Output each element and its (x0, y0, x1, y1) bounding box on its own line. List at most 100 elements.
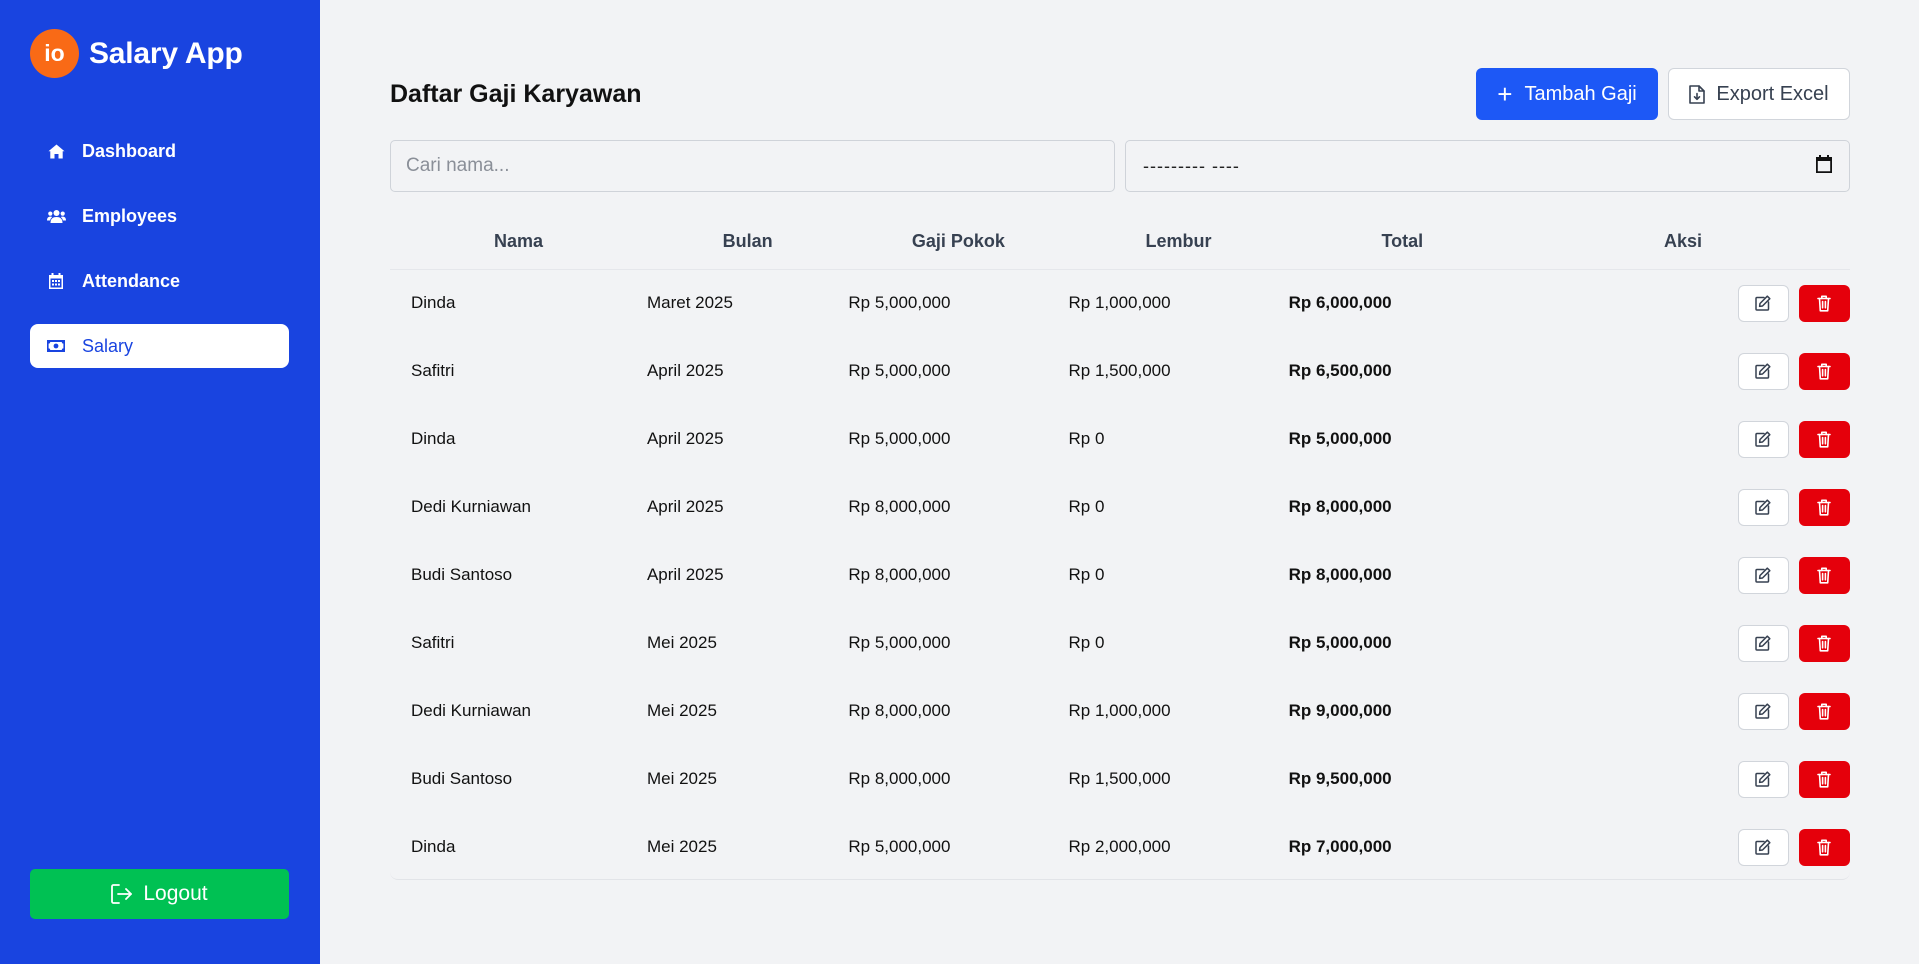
delete-button[interactable] (1798, 352, 1850, 390)
edit-button[interactable] (1737, 556, 1789, 594)
table-row: Budi Santoso Mei 2025 Rp 8,000,000 Rp 1,… (390, 745, 1850, 813)
delete-button[interactable] (1798, 556, 1850, 594)
edit-button[interactable] (1737, 760, 1789, 798)
file-download-icon (1689, 84, 1706, 104)
sign-out-icon (111, 884, 133, 904)
column-header: Aksi (1515, 215, 1850, 270)
logout-button[interactable]: Logout (30, 869, 289, 919)
cell-bulan: Mei 2025 (646, 701, 717, 720)
brand[interactable]: io Salary App (30, 29, 243, 78)
table-row: Budi Santoso April 2025 Rp 8,000,000 Rp … (390, 541, 1850, 609)
cell-nama: Budi Santoso (411, 565, 513, 584)
table-header-row: Nama Bulan Gaji Pokok Lembur Total Aksi (390, 215, 1850, 270)
cell-lembur: Rp 1,000,000 (1068, 701, 1171, 720)
cell-total: Rp 6,500,000 (1288, 361, 1392, 380)
cell-nama: Dinda (411, 429, 456, 448)
cell-aksi (1516, 813, 1850, 881)
delete-button[interactable] (1798, 488, 1850, 526)
add-salary-button[interactable]: + Tambah Gaji (1476, 68, 1658, 120)
edit-button[interactable] (1737, 284, 1789, 322)
cell-nama: Budi Santoso (411, 769, 513, 788)
edit-icon (1755, 839, 1772, 855)
cell-nama: Dedi Kurniawan (411, 701, 532, 720)
delete-button[interactable] (1798, 828, 1850, 866)
edit-button[interactable] (1737, 692, 1789, 730)
cell-aksi (1516, 269, 1850, 337)
edit-button[interactable] (1737, 420, 1789, 458)
cell-aksi (1516, 405, 1850, 473)
table-row: Dedi Kurniawan April 2025 Rp 8,000,000 R… (390, 473, 1850, 541)
cell-gaji-pokok: Rp 8,000,000 (848, 769, 951, 788)
cell-total: Rp 8,000,000 (1288, 565, 1392, 584)
cell-lembur: Rp 0 (1068, 565, 1105, 584)
cell-nama: Dedi Kurniawan (411, 497, 532, 516)
table-row: Safitri Mei 2025 Rp 5,000,000 Rp 0 Rp 5,… (390, 609, 1850, 677)
sidebar-item-dashboard[interactable]: Dashboard (30, 129, 289, 173)
cell-gaji-pokok: Rp 5,000,000 (848, 293, 951, 313)
month-filter[interactable]: --------- ---- (1125, 140, 1850, 192)
column-header: Nama (390, 215, 647, 270)
cell-gaji-pokok: Rp 5,000,000 (848, 633, 951, 652)
cell-total: Rp 5,000,000 (1288, 633, 1392, 652)
export-excel-button[interactable]: Export Excel (1668, 68, 1850, 120)
cell-gaji-pokok: Rp 5,000,000 (848, 361, 951, 380)
add-salary-label: Tambah Gaji (1524, 82, 1637, 105)
table-row: Dinda Mei 2025 Rp 5,000,000 Rp 2,000,000… (390, 813, 1850, 881)
cell-nama: Safitri (411, 361, 455, 380)
cell-aksi (1516, 337, 1850, 405)
users-icon (45, 205, 67, 227)
cell-aksi (1516, 541, 1850, 609)
column-header: Lembur (1068, 215, 1289, 270)
edit-icon (1755, 771, 1772, 787)
home-icon (45, 140, 67, 162)
cell-lembur: Rp 1,500,000 (1068, 361, 1171, 380)
cell-lembur: Rp 1,500,000 (1068, 769, 1171, 788)
trash-icon (1817, 567, 1832, 584)
sidebar-item-employees[interactable]: Employees (30, 194, 289, 238)
cell-aksi (1516, 609, 1850, 677)
trash-icon (1817, 839, 1832, 856)
trash-icon (1817, 771, 1832, 788)
sidebar-item-label: Attendance (82, 270, 181, 291)
edit-button[interactable] (1737, 352, 1789, 390)
cell-lembur: Rp 2,000,000 (1068, 837, 1171, 856)
edit-button[interactable] (1737, 624, 1789, 662)
cell-total: Rp 9,500,000 (1288, 769, 1392, 788)
cell-lembur: Rp 0 (1068, 497, 1105, 516)
sidebar-item-attendance[interactable]: Attendance (30, 259, 289, 303)
delete-button[interactable] (1798, 284, 1850, 322)
delete-button[interactable] (1798, 692, 1850, 730)
cell-total: Rp 5,000,000 (1288, 429, 1392, 448)
cell-aksi (1516, 677, 1850, 745)
edit-button[interactable] (1737, 828, 1789, 866)
trash-icon (1817, 363, 1832, 380)
delete-button[interactable] (1798, 420, 1850, 458)
edit-icon (1755, 295, 1772, 311)
cell-gaji-pokok: Rp 8,000,000 (848, 701, 951, 720)
delete-button[interactable] (1798, 760, 1850, 798)
cell-total: Rp 6,000,000 (1288, 293, 1392, 313)
search-input[interactable] (390, 140, 1115, 192)
sidebar-item-salary[interactable]: Salary (30, 324, 289, 368)
cell-gaji-pokok: Rp 8,000,000 (848, 497, 951, 516)
sidebar-nav: Dashboard Employees Attendance Salary (30, 129, 289, 389)
cell-lembur: Rp 0 (1068, 633, 1105, 652)
page-title: Daftar Gaji Karyawan (390, 80, 642, 108)
app-logo: io (30, 29, 79, 78)
cell-nama: Safitri (411, 633, 455, 652)
edit-icon (1755, 567, 1772, 583)
money-bill-icon (45, 335, 67, 357)
cell-total: Rp 9,000,000 (1288, 701, 1392, 720)
cell-nama: Dinda (411, 293, 456, 313)
plus-icon: + (1497, 79, 1513, 109)
trash-icon (1817, 635, 1832, 652)
calendar-icon[interactable] (1816, 154, 1832, 178)
cell-lembur: Rp 1,000,000 (1068, 293, 1171, 313)
delete-button[interactable] (1798, 624, 1850, 662)
trash-icon (1817, 431, 1832, 448)
edit-button[interactable] (1737, 488, 1789, 526)
edit-icon (1755, 499, 1772, 515)
sidebar: io Salary App Dashboard Employees Attend… (0, 0, 320, 964)
trash-icon (1817, 703, 1832, 720)
cell-aksi (1516, 473, 1850, 541)
